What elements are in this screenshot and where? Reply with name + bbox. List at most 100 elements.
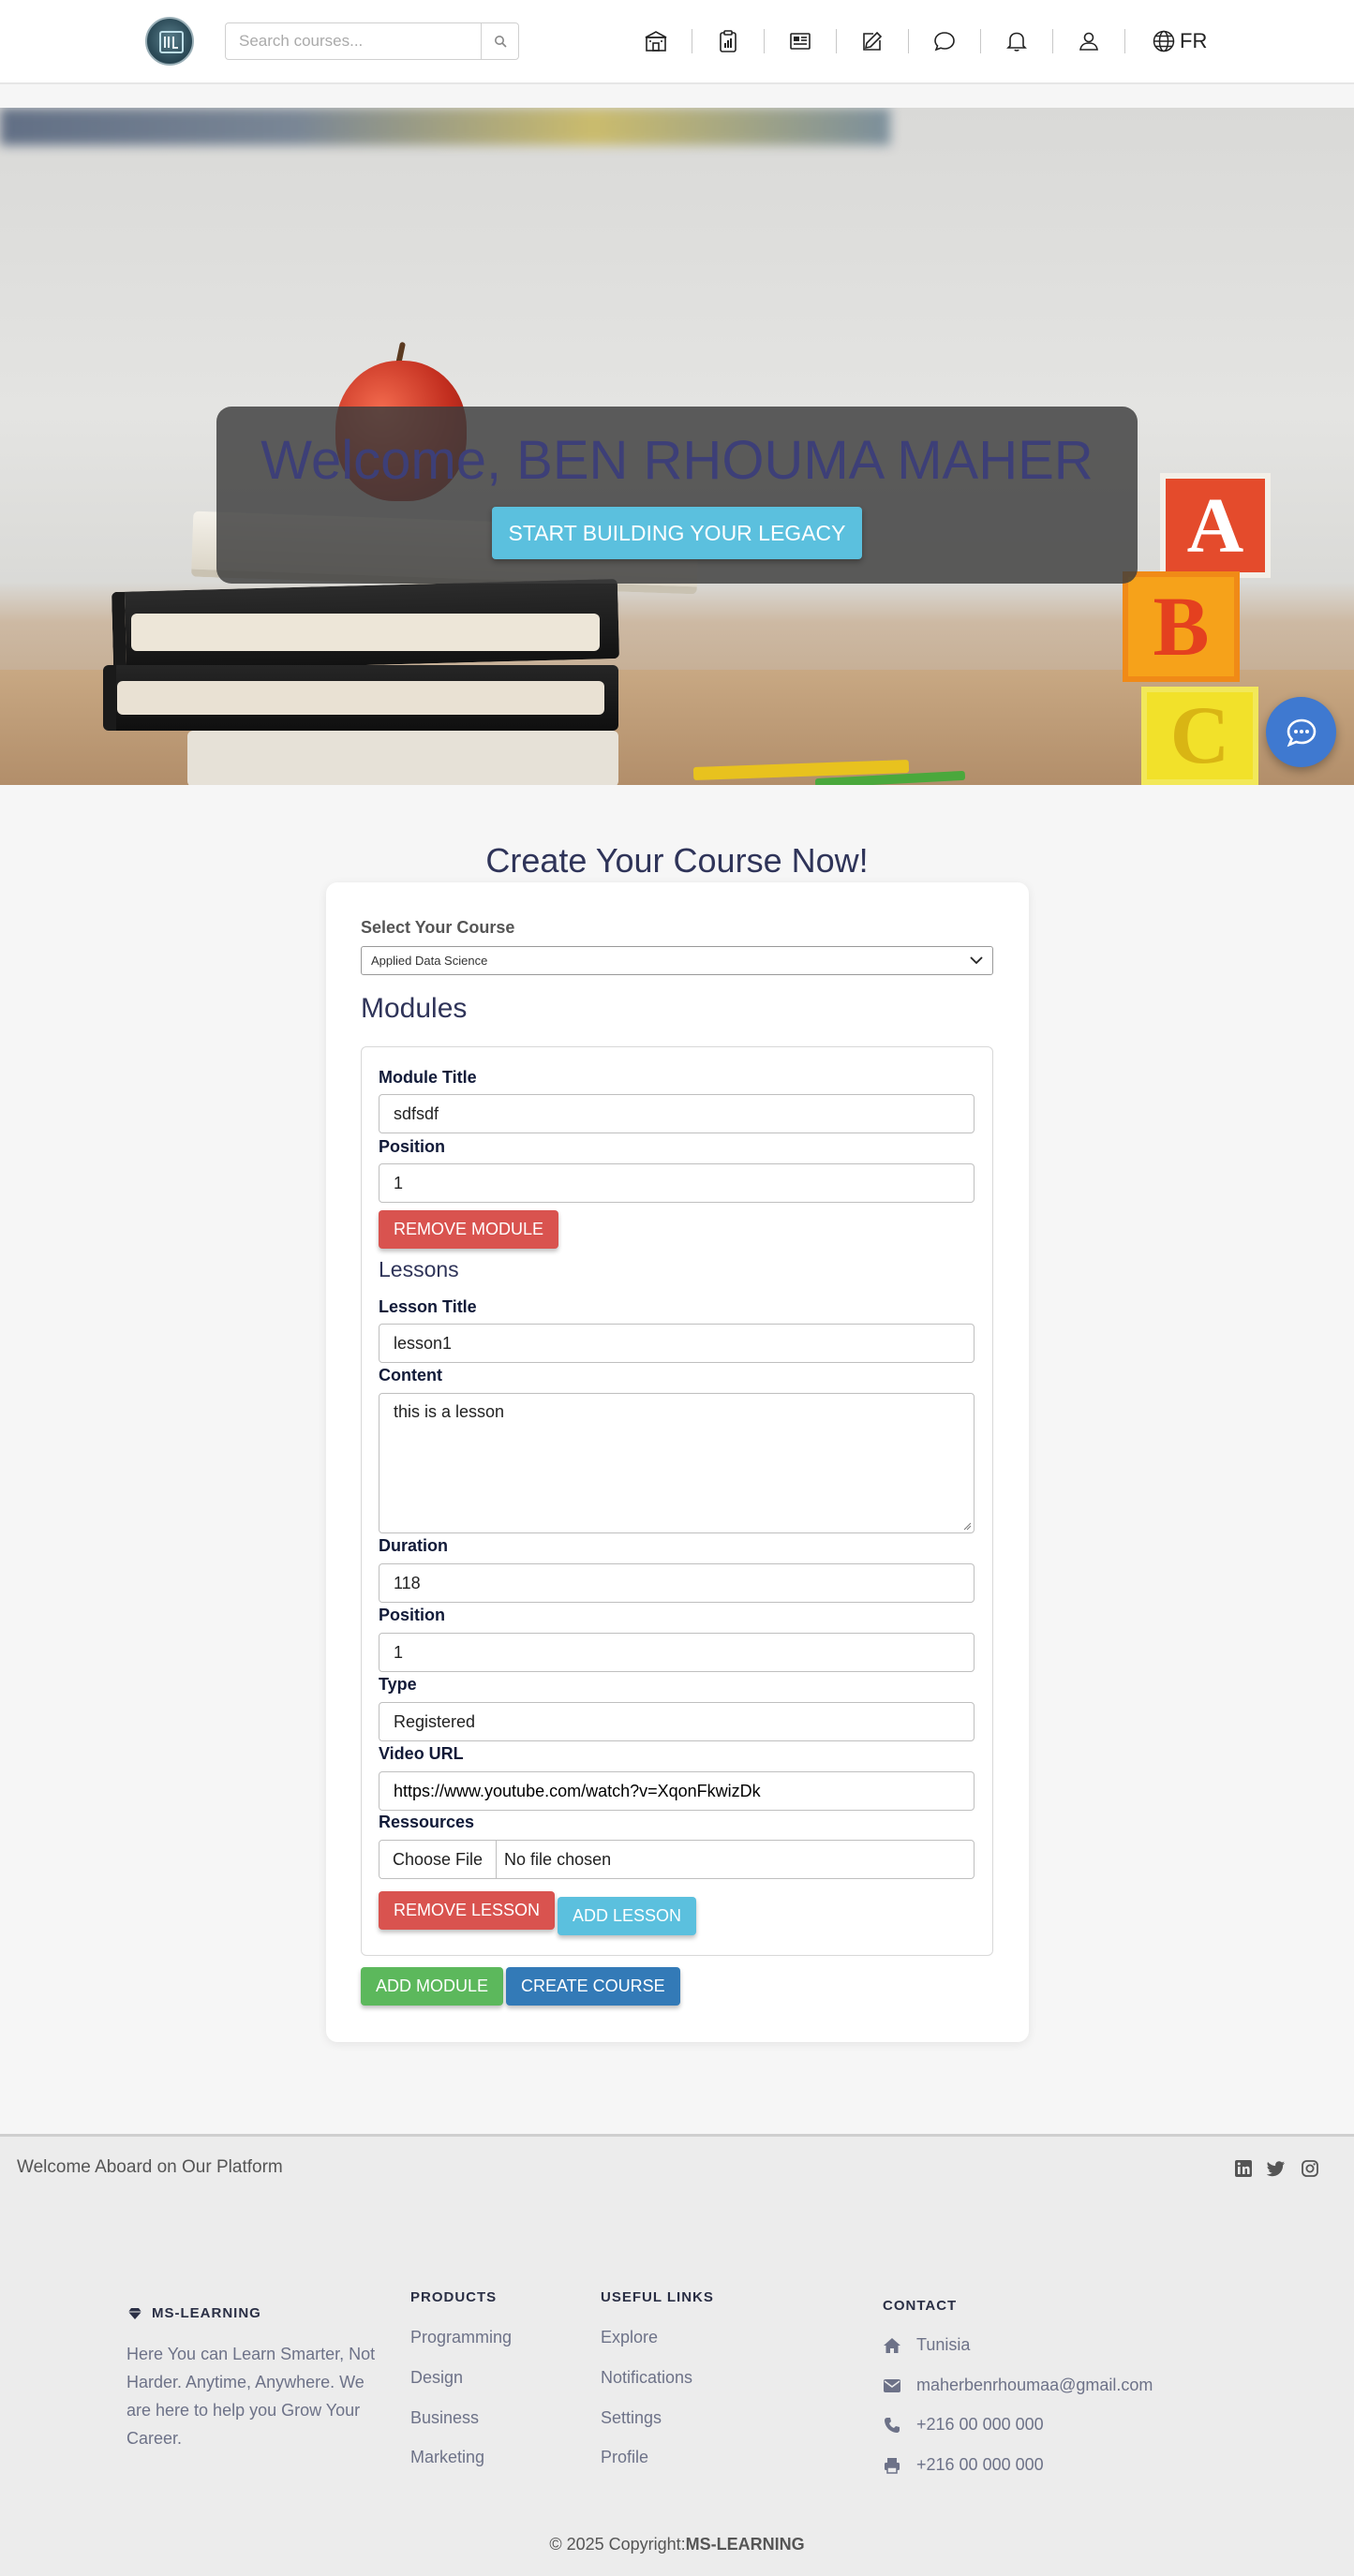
bell-icon [1006, 32, 1027, 52]
module-title-input[interactable]: sdfsdf [379, 1094, 975, 1133]
linkedin-icon [1235, 2160, 1252, 2177]
add-lesson-button[interactable]: ADD LESSON [558, 1897, 697, 1935]
footer-brand-name: MS-LEARNING [152, 2305, 261, 2321]
nav-separator [908, 29, 909, 53]
hero-welcome-panel: Welcome, BEN RHOUMA MAHER START BUILDING… [216, 407, 1138, 584]
twitter-link[interactable] [1265, 2157, 1287, 2180]
nav-tasks-button[interactable] [709, 22, 747, 60]
lesson-position-input[interactable]: 1 [379, 1633, 975, 1672]
site-logo[interactable] [145, 17, 194, 66]
lesson-content-textarea[interactable]: this is a lesson [379, 1393, 975, 1533]
chat-icon [934, 32, 955, 52]
block-letter: B [1153, 580, 1210, 674]
logo-emblem-icon [159, 31, 184, 53]
nav-news-button[interactable] [781, 22, 819, 60]
lesson-content-text: this is a lesson [394, 1402, 505, 1421]
lesson-title-label: Lesson Title [379, 1297, 477, 1316]
module-position-label: Position [379, 1137, 445, 1156]
language-label: FR [1180, 29, 1208, 52]
footer-brand: MS-LEARNING [127, 2305, 261, 2321]
chatbot-button[interactable] [1266, 697, 1336, 767]
search-icon [494, 36, 507, 48]
nav-messages-button[interactable] [926, 22, 963, 60]
contact-heading: CONTACT [883, 2298, 958, 2314]
nav-school-button[interactable] [637, 22, 675, 60]
contact-phone: +216 00 000 000 [883, 2415, 1044, 2435]
search-button[interactable] [481, 23, 518, 59]
lesson-video-url-input[interactable]: https://www.youtube.com/watch?v=XqonFkwi… [379, 1771, 975, 1811]
footer-link-marketing[interactable]: Marketing [410, 2448, 484, 2467]
footer-link-design[interactable]: Design [410, 2368, 463, 2388]
footer-link-notifications[interactable]: Notifications [601, 2368, 692, 2388]
lesson-position-label: Position [379, 1606, 445, 1624]
choose-file-button[interactable]: Choose File [379, 1841, 498, 1878]
lesson-content-label: Content [379, 1366, 442, 1384]
block-letter: A [1186, 481, 1244, 570]
linkedin-link[interactable] [1232, 2157, 1255, 2180]
phone-icon [885, 2417, 900, 2433]
home-icon [884, 2337, 900, 2353]
hero-book-image [117, 681, 604, 715]
nav-icons: FR [637, 22, 1207, 60]
module-position-input[interactable]: 1 [379, 1163, 975, 1203]
contact-fax-text: +216 00 000 000 [916, 2455, 1044, 2474]
contact-location: Tunisia [883, 2335, 970, 2355]
globe-icon [1153, 30, 1175, 52]
user-icon [1079, 32, 1098, 51]
instagram-link[interactable] [1299, 2157, 1321, 2180]
remove-module-button[interactable]: REMOVE MODULE [379, 1210, 559, 1249]
hero-block-c: C [1141, 687, 1258, 785]
useful-links-heading: USEFUL LINKS [601, 2289, 714, 2305]
nav-create-button[interactable] [854, 22, 891, 60]
copyright-prefix: © 2025 Copyright: [549, 2535, 686, 2554]
footer-link-programming[interactable]: Programming [410, 2328, 512, 2347]
select-course-label: Select Your Course [361, 918, 515, 937]
footer-link-explore[interactable]: Explore [601, 2328, 658, 2347]
remove-lesson-button[interactable]: REMOVE LESSON [379, 1891, 556, 1930]
file-status-text: No file chosen [504, 1849, 612, 1869]
products-heading: PRODUCTS [410, 2289, 498, 2305]
module-title-label: Module Title [379, 1068, 477, 1087]
language-switcher[interactable]: FR [1152, 29, 1207, 53]
resources-file-input: Choose File No file chosen [379, 1840, 975, 1879]
school-icon [645, 31, 667, 52]
chevron-down-icon [970, 956, 983, 965]
lesson-title-input[interactable]: lesson1 [379, 1324, 975, 1363]
newspaper-icon [790, 33, 811, 50]
resize-handle-icon[interactable] [962, 1521, 972, 1531]
block-letter: C [1169, 690, 1230, 781]
lessons-heading: Lessons [379, 1257, 459, 1281]
hero-banner: A B C Welcome, BEN RHOUMA MAHER START BU… [0, 108, 1354, 785]
add-module-button[interactable]: ADD MODULE [361, 1967, 504, 2006]
hero-background-decor [0, 108, 890, 145]
course-select[interactable]: Applied Data Science [361, 946, 993, 975]
printer-icon [885, 2457, 900, 2474]
instagram-icon [1302, 2160, 1318, 2177]
lesson-duration-label: Duration [379, 1536, 448, 1555]
lesson-duration-input[interactable]: 118 [379, 1563, 975, 1603]
page-title: Create Your Course Now! [485, 841, 869, 880]
contact-email: maherbenrhoumaa@gmail.com [883, 2376, 1153, 2395]
hero-title: Welcome, BEN RHOUMA MAHER [260, 430, 1094, 491]
nav-profile-button[interactable] [1070, 22, 1108, 60]
lesson-type-input[interactable]: Registered [379, 1702, 975, 1741]
footer-link-business[interactable]: Business [410, 2408, 479, 2428]
nav-separator [764, 29, 765, 53]
nav-separator [980, 29, 981, 53]
nav-separator [1052, 29, 1053, 53]
search-box [225, 22, 519, 60]
site-footer: Welcome Aboard on Our Platform MS-LEARNI… [0, 2134, 1354, 2576]
hero-book-image [131, 614, 600, 651]
start-building-button[interactable]: START BUILDING YOUR LEGACY [492, 507, 862, 559]
create-course-button[interactable]: CREATE COURSE [506, 1967, 680, 2006]
contact-email-text[interactable]: maherbenrhoumaa@gmail.com [916, 2376, 1153, 2395]
nav-separator [836, 29, 837, 53]
nav-notifications-button[interactable] [998, 22, 1035, 60]
footer-link-settings[interactable]: Settings [601, 2408, 662, 2428]
footer-link-profile[interactable]: Profile [601, 2448, 648, 2467]
search-input[interactable] [226, 23, 481, 59]
lesson-resources-label: Ressources [379, 1813, 475, 1831]
top-navbar: FR [0, 0, 1354, 84]
contact-fax: +216 00 000 000 [883, 2455, 1044, 2475]
clipboard-icon [720, 30, 737, 52]
